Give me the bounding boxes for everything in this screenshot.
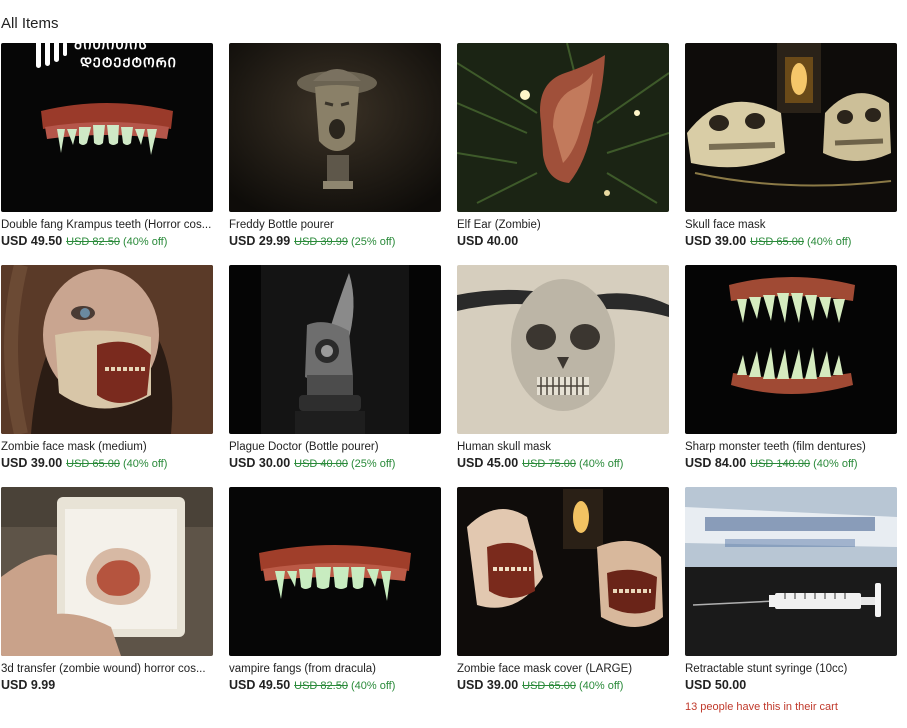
price-row: USD 40.00 (457, 234, 518, 248)
discount-label: (25% off) (350, 458, 396, 470)
price-row: USD 9.99 (1, 678, 55, 692)
product-image-human-skull[interactable] (457, 265, 669, 434)
product-title[interactable]: Freddy Bottle pourer (229, 219, 441, 231)
price-row: USD 50.00 (685, 678, 746, 692)
discount-label: (40% off) (122, 458, 168, 470)
sale-price: USD 45.00 (457, 456, 519, 470)
price-row: USD 49.50 USD 82.50 (40% off) (1, 234, 167, 248)
price-row: USD 29.99 USD 39.99 (25% off) (229, 234, 395, 248)
original-price: USD 140.00 (750, 458, 811, 470)
product-title[interactable]: Human skull mask (457, 441, 669, 453)
product-image-freddy-pourer[interactable] (229, 43, 441, 212)
price-row: USD 30.00 USD 40.00 (25% off) (229, 456, 395, 470)
product-title[interactable]: Zombie face mask cover (LARGE) (457, 663, 669, 675)
product-image-zombie-wound[interactable] (1, 487, 213, 656)
logo-bars-icon (36, 32, 67, 68)
price-row: USD 49.50 USD 82.50 (40% off) (229, 678, 395, 692)
product-image-syringe[interactable] (685, 487, 897, 656)
sale-price: USD 39.00 (1, 456, 63, 470)
sale-price: USD 49.50 (1, 234, 63, 248)
sale-price: USD 40.00 (457, 234, 519, 248)
discount-label: (25% off) (350, 236, 396, 248)
watermark-logo: ᲛᲘᲗᲘᲗᲘᲡ ᲓᲔᲢᲔᲥᲢᲝᲠᲘ (34, 26, 204, 72)
sale-price: USD 39.00 (685, 234, 747, 248)
product-title[interactable]: Retractable stunt syringe (10cc) (685, 663, 897, 675)
product-image-plague-doctor[interactable] (229, 265, 441, 434)
original-price: USD 65.00 (522, 680, 576, 692)
sale-price: USD 50.00 (685, 678, 747, 692)
original-price: USD 39.99 (294, 236, 348, 248)
sale-price: USD 84.00 (685, 456, 747, 470)
original-price: USD 75.00 (522, 458, 576, 470)
price-row: USD 45.00 USD 75.00 (40% off) (457, 456, 623, 470)
sale-price: USD 49.50 (229, 678, 291, 692)
cart-demand-note: 13 people have this in their cart (685, 701, 838, 713)
original-price: USD 65.00 (750, 236, 804, 248)
discount-label: (40% off) (350, 680, 396, 692)
product-image-monster-teeth[interactable] (685, 265, 897, 434)
product-title[interactable]: Elf Ear (Zombie) (457, 219, 669, 231)
product-title[interactable]: Double fang Krampus teeth (Horror cos... (1, 219, 213, 231)
sale-price: USD 39.00 (457, 678, 519, 692)
logo-line-1: ᲛᲘᲗᲘᲗᲘᲡ (74, 38, 148, 53)
discount-label: (40% off) (578, 458, 624, 470)
product-image-elf-ear[interactable] (457, 43, 669, 212)
original-price: USD 40.00 (294, 458, 348, 470)
shop-page: All Items ᲛᲘᲗᲘᲗᲘᲡ ᲓᲔᲢᲔᲥᲢᲝᲠᲘ Double fang … (0, 0, 907, 728)
product-title[interactable]: Skull face mask (685, 219, 897, 231)
sale-price: USD 29.99 (229, 234, 291, 248)
product-image-zombie-woman[interactable] (1, 265, 213, 434)
sale-price: USD 30.00 (229, 456, 291, 470)
price-row: USD 39.00 USD 65.00 (40% off) (685, 234, 851, 248)
product-title[interactable]: Plague Doctor (Bottle pourer) (229, 441, 441, 453)
sale-price: USD 9.99 (1, 678, 56, 692)
product-image-vampire-fangs[interactable] (229, 487, 441, 656)
original-price: USD 82.50 (66, 236, 120, 248)
product-title[interactable]: Zombie face mask (medium) (1, 441, 213, 453)
price-row: USD 39.00 USD 65.00 (40% off) (1, 456, 167, 470)
logo-line-2: ᲓᲔᲢᲔᲥᲢᲝᲠᲘ (80, 56, 177, 71)
price-row: USD 84.00 USD 140.00 (40% off) (685, 456, 858, 470)
discount-label: (40% off) (578, 680, 624, 692)
product-title[interactable]: Sharp monster teeth (film dentures) (685, 441, 897, 453)
original-price: USD 82.50 (294, 680, 348, 692)
product-image-zombie-mask-cover[interactable] (457, 487, 669, 656)
original-price: USD 65.00 (66, 458, 120, 470)
product-image-skull-masks[interactable] (685, 43, 897, 212)
discount-label: (40% off) (813, 458, 858, 470)
product-title[interactable]: vampire fangs (from dracula) (229, 663, 441, 675)
price-row: USD 39.00 USD 65.00 (40% off) (457, 678, 623, 692)
discount-label: (40% off) (122, 236, 168, 248)
product-title[interactable]: 3d transfer (zombie wound) horror cos... (1, 663, 213, 675)
discount-label: (40% off) (806, 236, 852, 248)
